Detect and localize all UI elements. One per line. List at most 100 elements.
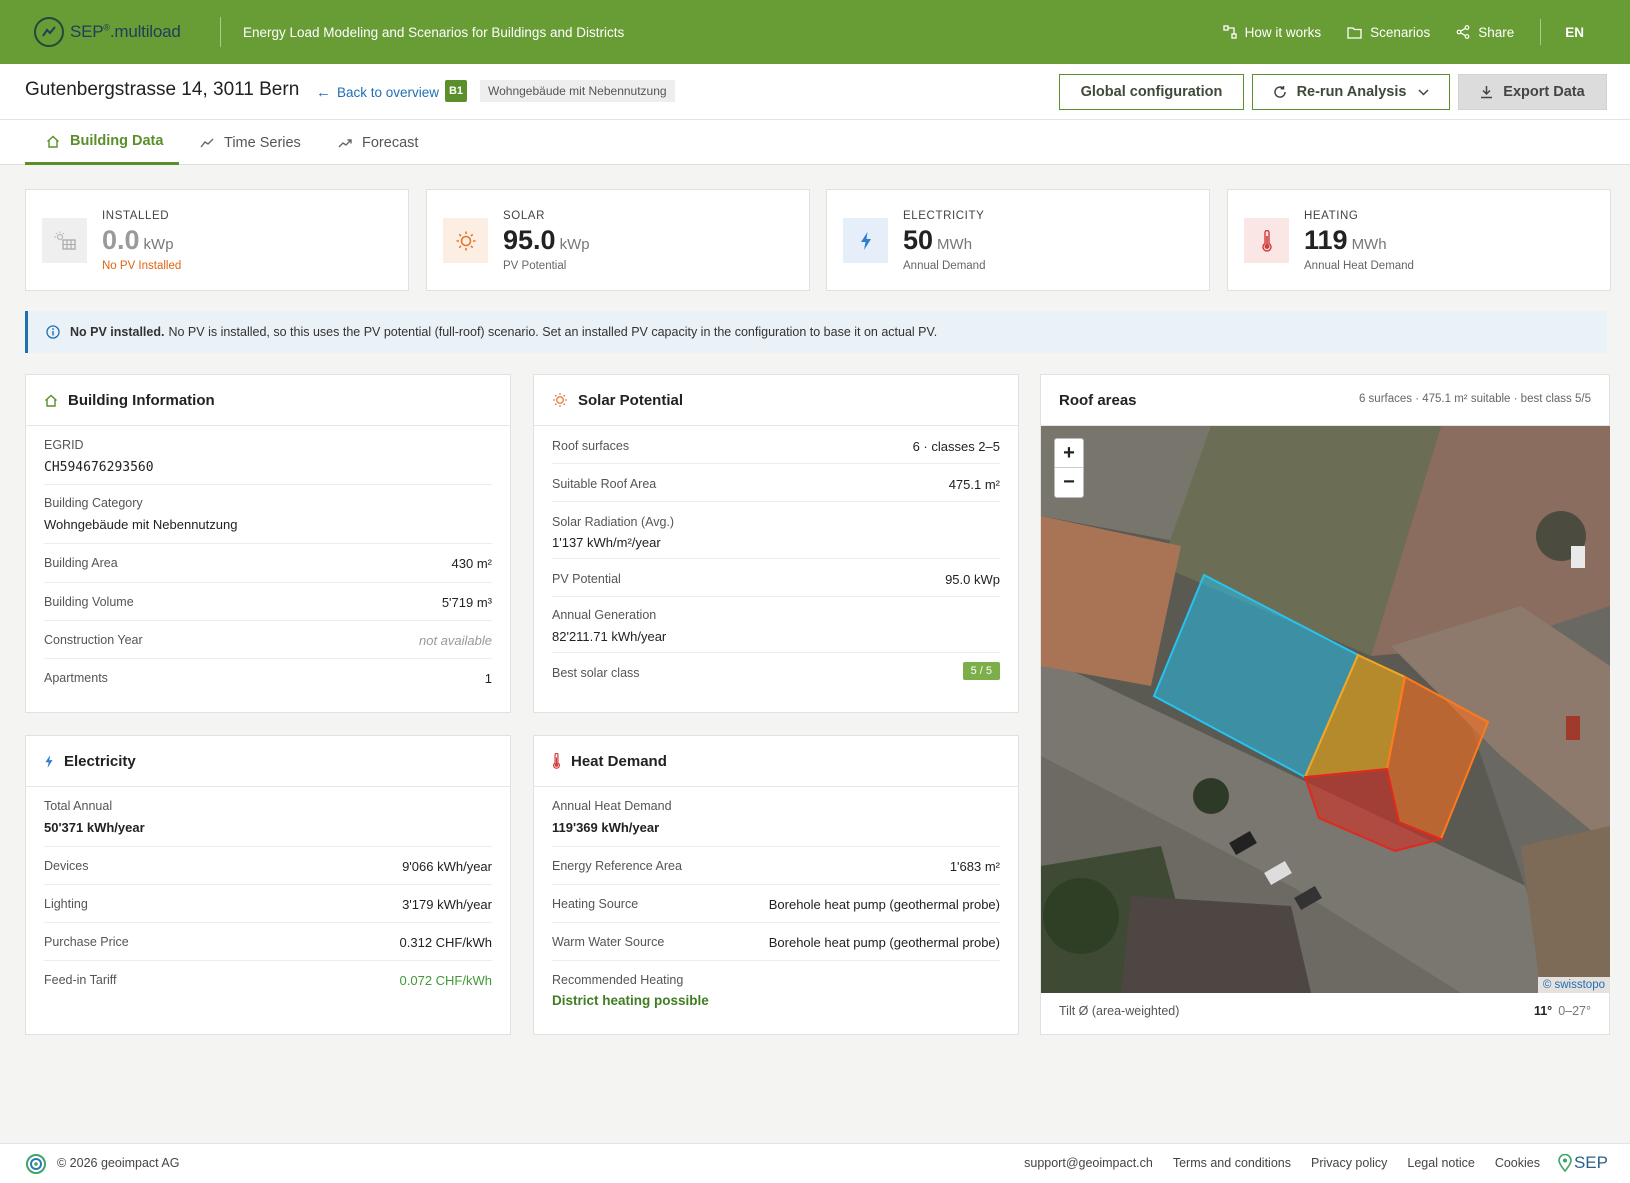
language-switcher[interactable]: EN [1565,25,1584,40]
pv-potential-row: PV Potential 95.0 kWp [552,559,1000,597]
purchase-price-row: Purchase Price 0.312 CHF/kWh [44,923,492,961]
suitable-roof-area-row: Suitable Roof Area 475.1 m² [552,464,1000,502]
annual-heat-demand-label: Annual Heat Demand [552,799,672,813]
tab-building-data[interactable]: Building Data [25,120,179,165]
back-label: Back to overview [337,85,440,100]
kpi-electricity: ELECTRICITY 50 MWh Annual Demand [826,189,1210,291]
aerial-map-image[interactable] [1041,426,1610,993]
solar-radiation-value: 1'137 kWh/m²/year [552,535,661,550]
page-title: Gutenbergstrasse 14, 3011 Bern [25,79,300,100]
building-id-badge: B1 [445,80,467,102]
export-data-button[interactable]: Export Data [1458,74,1607,110]
kpi-electricity-sub: Annual Demand [903,260,986,272]
apartments-value: 1 [484,671,492,686]
kpi-installed-value-wrap: 0.0 kWp [102,225,174,256]
annual-heat-demand-row: Annual Heat Demand 119'369 kWh/year [552,799,1000,847]
back-to-overview-link[interactable]: ← Back to overview [316,84,439,101]
kpi-installed: INSTALLED 0.0 kWp No PV Installed [25,189,409,291]
chevron-down-icon[interactable] [1418,88,1429,96]
solar-radiation-row: Solar Radiation (Avg.) 1'137 kWh/m²/year [552,502,1000,559]
feed-in-tariff-value: 0.072 CHF/kWh [399,973,492,988]
kpi-solar-value-wrap: 95.0 kWp [503,225,590,256]
roof-surfaces-row: Roof surfaces 6 · classes 2–5 [552,426,1000,464]
nav-how-it-works[interactable]: How it works [1222,25,1321,40]
egrid-value: CH594676293560 [44,460,154,475]
app-logo[interactable]: SEP®.multiload [34,17,220,47]
geoimpact-logo-icon[interactable] [25,1153,47,1175]
lighting-value: 3'179 kWh/year [402,897,492,912]
cookies-link[interactable]: Cookies [1495,1156,1540,1170]
privacy-link[interactable]: Privacy policy [1311,1156,1387,1170]
tilt-range: 0–27° [1558,1004,1591,1018]
sep-footer-logo[interactable]: SEP [1558,1153,1608,1173]
solar-class-badge: 5 / 5 [962,662,1000,680]
pv-potential-label: PV Potential [552,572,621,586]
tab-time-series[interactable]: Time Series [200,120,301,165]
download-icon [1481,86,1493,99]
purchase-price-value: 0.312 CHF/kWh [399,935,492,950]
nav-share[interactable]: Share [1456,25,1514,40]
total-annual-value: 50'371 kWh/year [44,820,145,835]
total-annual-label: Total Annual [44,799,113,813]
kpi-heating-value: 119 [1304,225,1348,255]
map-attribution[interactable]: © swisstopo [1537,977,1610,993]
page-footer: © 2026 geoimpact AG support@geoimpact.ch… [0,1143,1630,1183]
bolt-icon [843,218,888,263]
warm-water-source-row: Warm Water Source Borehole heat pump (ge… [552,923,1000,961]
export-label: Export Data [1503,84,1585,100]
building-information-title: Building Information [68,391,215,409]
brand-name: SEP®.multiload [70,22,181,41]
kpi-solar-value: 95.0 [503,225,556,255]
info-icon [46,325,60,339]
electricity-header: Electricity [26,736,510,787]
zoom-in-button[interactable]: + [1055,439,1083,468]
building-information-panel: Building Information EGRID CH59467629356… [25,374,511,713]
nav-divider [1540,19,1542,45]
aerial-map[interactable]: + − © swisstopo [1041,426,1610,993]
arrow-left-icon: ← [316,84,331,101]
tab-building-data-label: Building Data [70,133,164,149]
info-banner: No PV installed. No PV is installed, so … [25,311,1607,353]
kpi-installed-label: INSTALLED [102,210,170,222]
refresh-icon [1273,86,1286,98]
kpi-heating-sub: Annual Heat Demand [1304,260,1414,272]
home-icon [47,135,59,148]
trend-icon [200,138,214,147]
terms-link[interactable]: Terms and conditions [1173,1156,1291,1170]
nav-scenarios[interactable]: Scenarios [1347,25,1430,40]
thermometer-icon [1244,218,1289,263]
support-email-link[interactable]: support@geoimpact.ch [1024,1156,1153,1170]
building-category-label: Building Category [44,496,143,510]
warm-water-source-label: Warm Water Source [552,935,665,949]
best-solar-class-label: Best solar class [552,666,640,680]
annual-heat-demand-value: 119'369 kWh/year [552,820,660,835]
tilt-label: Tilt Ø (area-weighted) [1059,1004,1180,1018]
top-bar: SEP®.multiload Energy Load Modeling and … [0,0,1630,64]
pv-potential-value: 95.0 kWp [945,572,1000,587]
building-information-header: Building Information [26,375,510,426]
tab-forecast[interactable]: Forecast [338,120,418,165]
apartments-label: Apartments [44,671,108,685]
kpi-installed-value: 0.0 [102,225,140,255]
construction-year-value: not available [419,633,492,648]
kpi-solar-sub: PV Potential [503,260,567,272]
trend-up-icon [338,138,352,147]
tilt-value-wrap: 11° 0–27° [1534,1004,1591,1018]
solar-panel-icon [42,218,87,263]
kpi-electricity-unit: MWh [937,236,973,253]
nav-share-label: Share [1478,24,1515,40]
energy-reference-area-value: 1'683 m² [949,859,1000,874]
lighting-label: Lighting [44,897,88,911]
roof-surfaces-label: Roof surfaces [552,439,630,453]
global-configuration-button[interactable]: Global configuration [1059,74,1244,110]
topbar-divider [220,17,221,47]
annual-generation-value: 82'211.71 kWh/year [552,629,667,644]
legal-notice-link[interactable]: Legal notice [1407,1156,1474,1170]
zoom-out-button[interactable]: − [1055,468,1083,497]
heat-demand-header: Heat Demand [534,736,1018,787]
rerun-analysis-button[interactable]: Re-run Analysis [1252,74,1450,110]
nav-scenarios-label: Scenarios [1370,24,1431,40]
tab-forecast-label: Forecast [362,134,419,151]
tilt-value: 11° [1533,1004,1553,1018]
kpi-solar: SOLAR 95.0 kWp PV Potential [426,189,810,291]
